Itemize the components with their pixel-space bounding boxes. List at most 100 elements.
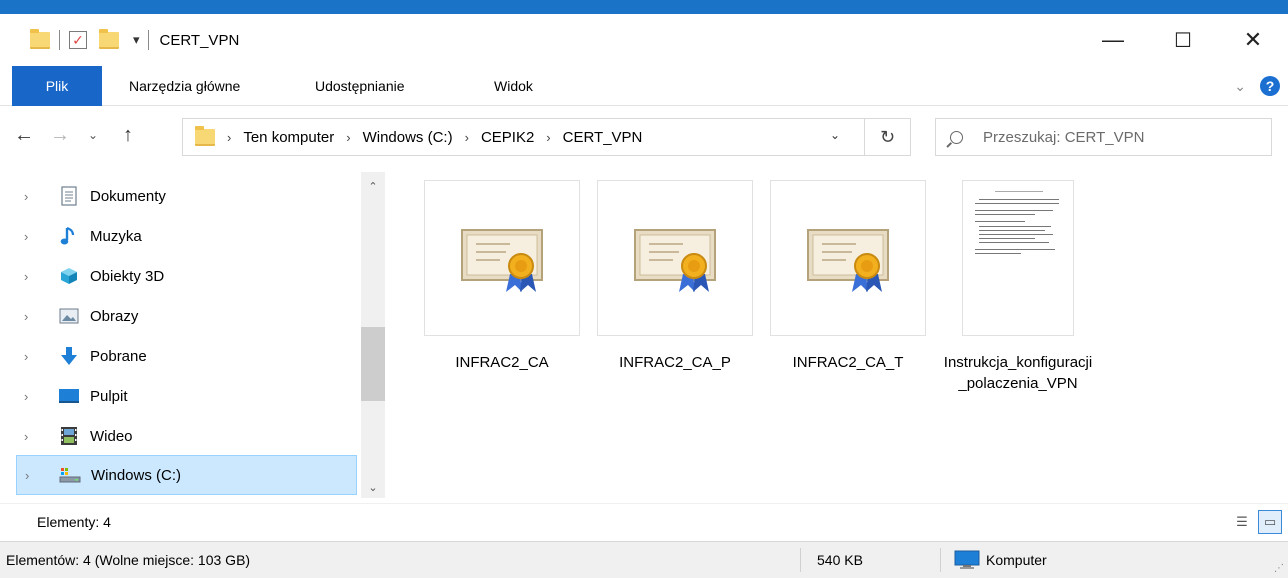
nav-pane-scrollbar[interactable]: ⌃ ⌄ bbox=[361, 172, 385, 498]
quick-access-toolbar: ✓ ▾ CERT_VPN bbox=[30, 28, 240, 50]
breadcrumb-separator-icon[interactable]: › bbox=[546, 130, 550, 145]
customize-toolbar-icon[interactable]: ▾ bbox=[133, 32, 140, 48]
breadcrumb-windows-c[interactable]: Windows (C:) bbox=[363, 129, 453, 146]
nav-item-label: Muzyka bbox=[90, 227, 142, 245]
nav-item-label: Dokumenty bbox=[90, 187, 166, 205]
file-name: Instrukcja_konfiguracji_polaczenia_VPN bbox=[943, 354, 1093, 392]
breadcrumb-cert-vpn[interactable]: CERT_VPN bbox=[563, 129, 643, 146]
address-dropdown-chevron-icon[interactable]: ⌄ bbox=[830, 128, 840, 142]
nav-item-label: Windows (C:) bbox=[91, 466, 182, 484]
breadcrumb-separator-icon[interactable]: › bbox=[465, 130, 469, 145]
nav-item-videos[interactable]: › Wideo bbox=[16, 416, 357, 456]
back-arrow-icon[interactable]: ← bbox=[14, 124, 34, 147]
item-count: Elementy: 4 bbox=[37, 514, 111, 530]
item-count-bar: Elementy: 4 ☰ ▭ bbox=[0, 503, 1288, 541]
scroll-up-arrow-icon[interactable]: ⌃ bbox=[361, 180, 385, 193]
resize-grip-icon[interactable]: ⋰ bbox=[1274, 563, 1284, 574]
nav-item-label: Pobrane bbox=[90, 347, 147, 365]
scroll-down-arrow-icon[interactable]: ⌄ bbox=[361, 481, 385, 494]
document-thumbnail-icon bbox=[962, 180, 1074, 336]
refresh-icon: ↻ bbox=[879, 126, 896, 147]
status-location-label: Komputer bbox=[986, 552, 1047, 568]
pictures-icon bbox=[58, 305, 80, 327]
expand-arrow-icon[interactable]: › bbox=[24, 389, 44, 404]
address-row: ← → ⌄ ↑ › Ten komputer › Windows (C:) › … bbox=[0, 106, 1288, 168]
details-view-icon[interactable]: ☰ bbox=[1230, 510, 1254, 534]
toolbar-divider bbox=[147, 30, 149, 50]
nav-item-label: Wideo bbox=[90, 427, 133, 445]
ribbon-right-controls: ⌄ ? bbox=[1234, 76, 1280, 96]
tab-file[interactable]: Plik bbox=[12, 66, 102, 106]
forward-arrow-icon[interactable]: → bbox=[50, 124, 70, 147]
help-icon[interactable]: ? bbox=[1260, 76, 1280, 96]
nav-item-3d-objects[interactable]: › Obiekty 3D bbox=[16, 256, 357, 296]
properties-checkmark-icon[interactable]: ✓ bbox=[69, 31, 87, 49]
search-input[interactable]: Przeszukaj: CERT_VPN bbox=[935, 118, 1272, 156]
expand-arrow-icon[interactable]: › bbox=[24, 349, 44, 364]
recent-locations-chevron-icon[interactable]: ⌄ bbox=[88, 128, 98, 142]
tab-view[interactable]: Widok bbox=[494, 66, 533, 106]
breadcrumb-cepik2[interactable]: CEPIK2 bbox=[481, 129, 534, 146]
scroll-thumb[interactable] bbox=[361, 327, 385, 401]
status-divider bbox=[800, 548, 801, 572]
expand-arrow-icon[interactable]: › bbox=[25, 468, 45, 483]
nav-item-label: Obrazy bbox=[90, 307, 139, 325]
nav-item-label: Obiekty 3D bbox=[90, 267, 165, 285]
file-name: INFRAC2_CA_P bbox=[619, 354, 731, 371]
nav-item-pictures[interactable]: › Obrazy bbox=[16, 296, 357, 336]
videos-icon bbox=[58, 425, 80, 447]
new-folder-icon[interactable] bbox=[99, 28, 119, 49]
status-summary: Elementów: 4 (Wolne miejsce: 103 GB) bbox=[6, 552, 251, 568]
nav-item-windows-c[interactable]: › Windows (C:) bbox=[16, 455, 357, 495]
nav-item-documents[interactable]: › Dokumenty bbox=[16, 176, 357, 216]
nav-item-desktop[interactable]: › Pulpit bbox=[16, 376, 357, 416]
tab-share[interactable]: Udostępnianie bbox=[315, 66, 405, 106]
search-placeholder: Przeszukaj: CERT_VPN bbox=[983, 128, 1145, 146]
expand-arrow-icon[interactable]: › bbox=[24, 229, 44, 244]
certificate-icon bbox=[424, 180, 580, 336]
status-bar: Elementów: 4 (Wolne miejsce: 103 GB) 540… bbox=[0, 541, 1288, 578]
status-size: 540 KB bbox=[817, 552, 863, 568]
expand-arrow-icon[interactable]: › bbox=[24, 189, 44, 204]
toolbar-divider bbox=[59, 30, 60, 50]
title-bar: ✓ ▾ CERT_VPN — ☐ ✕ bbox=[0, 14, 1288, 66]
file-list: INFRAC2_CA INFRAC2_CA_P INFRAC2_CA_T Ins… bbox=[400, 180, 1280, 480]
nav-item-downloads[interactable]: › Pobrane bbox=[16, 336, 357, 376]
status-location: Komputer bbox=[954, 550, 1047, 570]
drive-icon bbox=[59, 464, 81, 486]
ribbon-tabs: Plik Narzędzia główne Udostępnianie Wido… bbox=[0, 66, 1288, 106]
file-item[interactable]: INFRAC2_CA_T bbox=[768, 180, 928, 373]
large-icons-view-icon[interactable]: ▭ bbox=[1258, 510, 1282, 534]
desktop-background-strip bbox=[0, 0, 1288, 14]
up-arrow-icon[interactable]: ↑ bbox=[123, 124, 133, 147]
window-title: CERT_VPN bbox=[159, 31, 240, 49]
expand-ribbon-chevron-icon[interactable]: ⌄ bbox=[1234, 78, 1246, 95]
refresh-button[interactable]: ↻ bbox=[865, 118, 911, 156]
file-item[interactable]: INFRAC2_CA bbox=[422, 180, 582, 373]
expand-arrow-icon[interactable]: › bbox=[24, 429, 44, 444]
tab-home[interactable]: Narzędzia główne bbox=[129, 66, 240, 106]
view-switcher: ☰ ▭ bbox=[1230, 510, 1282, 534]
expand-arrow-icon[interactable]: › bbox=[24, 309, 44, 324]
maximize-button[interactable]: ☐ bbox=[1148, 14, 1218, 66]
desktop-icon bbox=[58, 385, 80, 407]
close-button[interactable]: ✕ bbox=[1218, 14, 1288, 66]
file-name: INFRAC2_CA_T bbox=[792, 354, 904, 371]
navigation-pane: › Dokumenty › Muzyka › Obiekty 3D › Obra… bbox=[0, 172, 387, 498]
3d-objects-icon bbox=[58, 265, 80, 287]
certificate-icon bbox=[597, 180, 753, 336]
file-item[interactable]: INFRAC2_CA_P bbox=[595, 180, 755, 373]
music-icon bbox=[58, 225, 80, 247]
folder-icon bbox=[30, 28, 50, 49]
nav-item-music[interactable]: › Muzyka bbox=[16, 216, 357, 256]
certificate-icon bbox=[770, 180, 926, 336]
status-divider bbox=[940, 548, 941, 572]
breadcrumb-separator-icon[interactable]: › bbox=[346, 130, 350, 145]
breadcrumb-this-pc[interactable]: Ten komputer bbox=[243, 129, 334, 146]
documents-icon bbox=[58, 185, 80, 207]
file-item[interactable]: Instrukcja_konfiguracji_polaczenia_VPN bbox=[938, 180, 1098, 394]
downloads-icon bbox=[58, 345, 80, 367]
address-bar[interactable]: › Ten komputer › Windows (C:) › CEPIK2 ›… bbox=[182, 118, 865, 156]
expand-arrow-icon[interactable]: › bbox=[24, 269, 44, 284]
minimize-button[interactable]: — bbox=[1078, 14, 1148, 66]
